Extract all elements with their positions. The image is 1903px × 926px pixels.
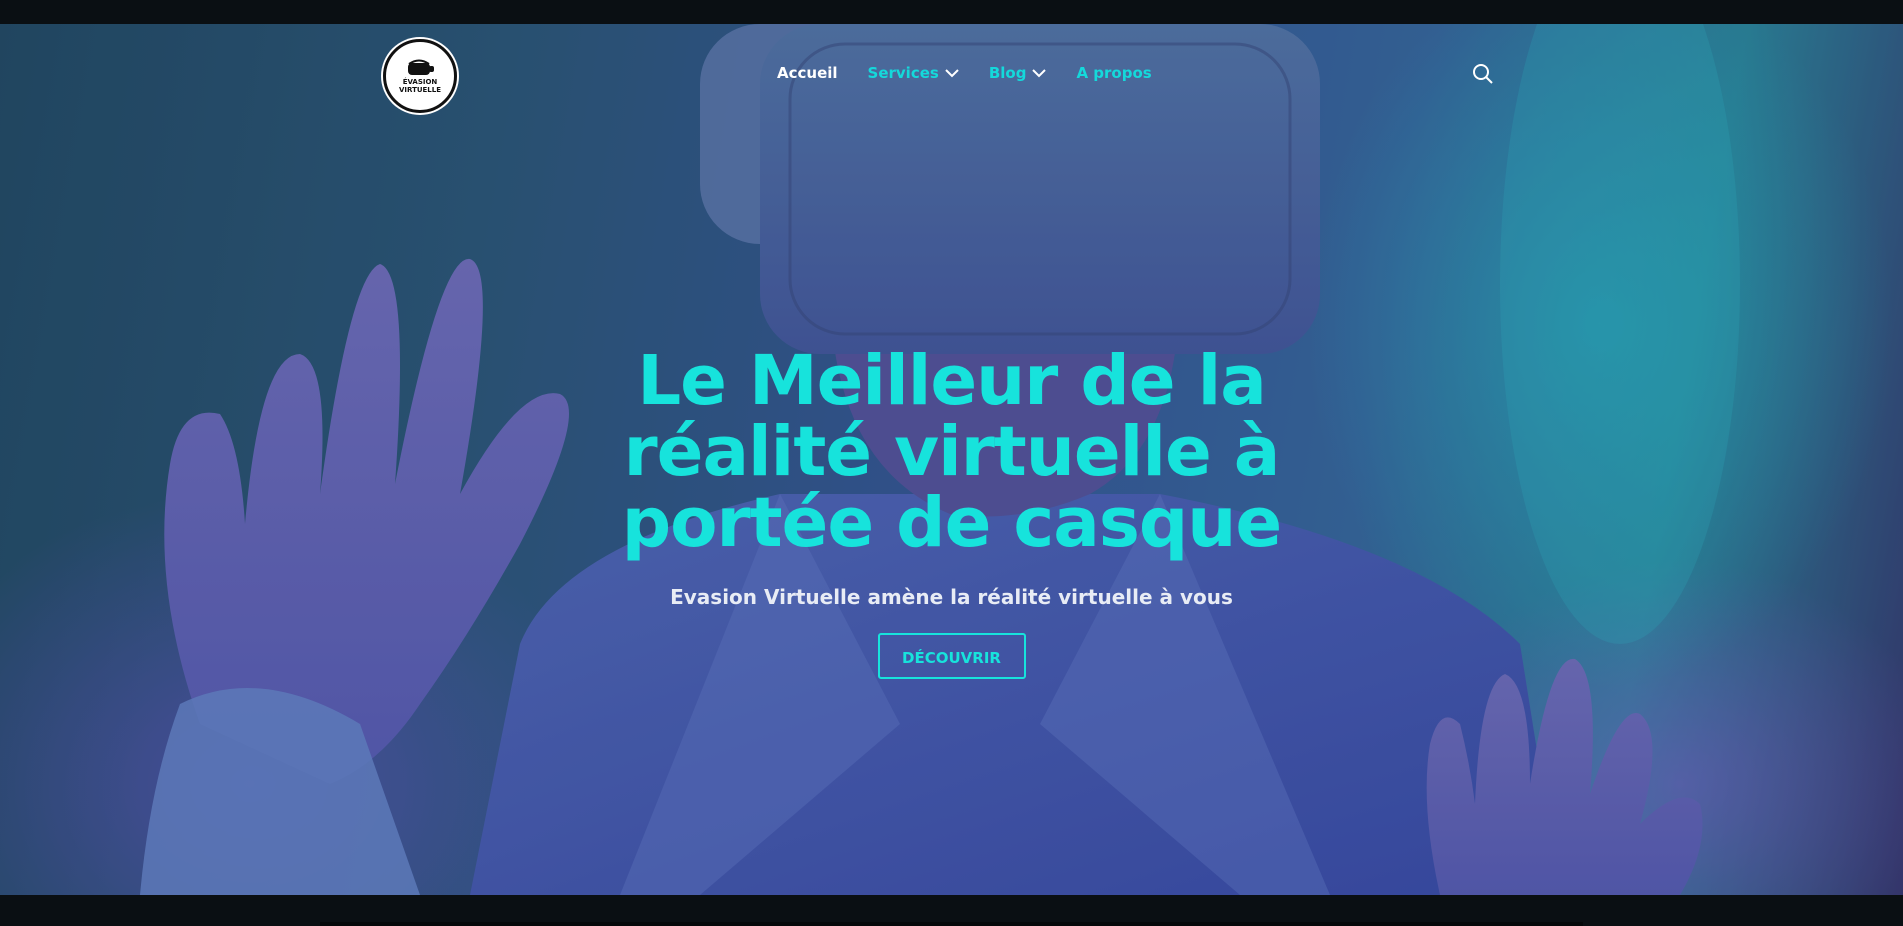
nav-menu: Accueil Services Blog A propos [777,64,1182,82]
chevron-down-icon [945,69,959,78]
logo-line-2: VIRTUELLE [398,85,442,94]
top-bar [0,0,1903,24]
main-navigation: ÉVASION VIRTUELLE Accueil Services Blog … [0,24,1903,114]
nav-item-label: Accueil [777,64,838,82]
nav-item-label: A propos [1076,64,1152,82]
logo-text: ÉVASION VIRTUELLE [399,78,441,94]
nav-item-a-propos[interactable]: A propos [1076,64,1151,82]
hero-content: Le Meilleur de la réalité virtuelle à po… [0,346,1903,679]
hero-subtitle: Evasion Virtuelle amène la réalité virtu… [670,585,1233,609]
bottom-divider [320,922,1583,926]
page: ÉVASION VIRTUELLE Accueil Services Blog … [0,0,1903,926]
hero-title: Le Meilleur de la réalité virtuelle à po… [621,341,1282,563]
search-icon[interactable] [1472,63,1494,85]
nav-item-label: Blog [988,64,1027,82]
nav-item-accueil[interactable]: Accueil [777,64,838,82]
nav-item-blog[interactable]: Blog [989,64,1047,82]
hero-section: ÉVASION VIRTUELLE Accueil Services Blog … [0,24,1903,895]
vr-headset-logo-icon [408,59,434,75]
chevron-down-icon [1032,69,1047,78]
logo-line-1: ÉVASION [402,77,438,86]
discover-button[interactable]: DÉCOUVRIR [877,633,1026,679]
nav-item-label: Services [867,64,939,82]
site-logo[interactable]: ÉVASION VIRTUELLE [383,39,457,113]
nav-item-services[interactable]: Services [868,64,959,82]
